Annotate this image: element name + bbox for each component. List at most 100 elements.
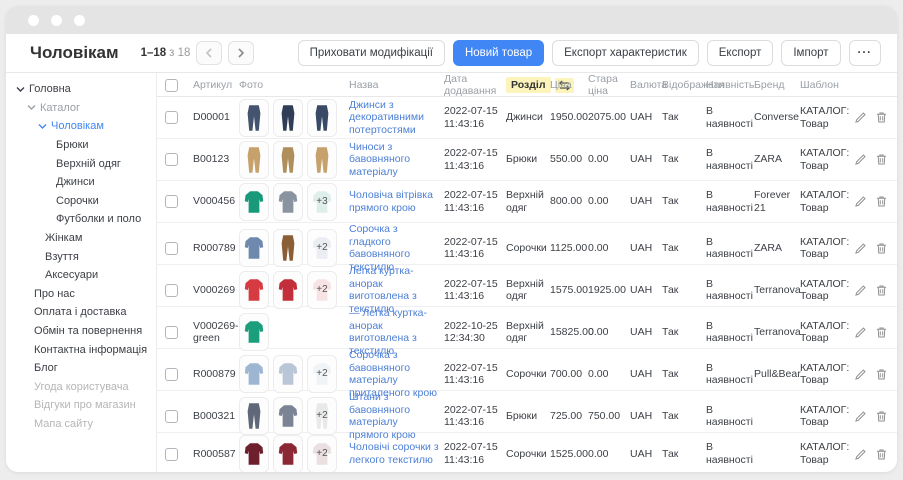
edit-button[interactable]: [854, 448, 867, 461]
more-photos-badge[interactable]: +2: [307, 397, 337, 435]
edit-button[interactable]: [854, 242, 867, 255]
row-checkbox[interactable]: [165, 284, 178, 297]
edit-button[interactable]: [854, 326, 867, 339]
product-name-link[interactable]: Чоловіча вітрівка прямого крою: [349, 189, 439, 214]
row-checkbox[interactable]: [165, 195, 178, 208]
old-price-cell: 2075.00: [588, 111, 630, 124]
product-name-link[interactable]: Чоловічі сорочки з легкого текстилю: [349, 441, 439, 466]
sidebar-item-10[interactable]: Аксесуари: [16, 266, 152, 285]
product-name-link[interactable]: Штани з бавовняного матеріалу прямого кр…: [349, 391, 439, 441]
delete-button[interactable]: [875, 410, 888, 423]
product-photo[interactable]: [307, 141, 337, 179]
currency-cell: UAH: [630, 326, 662, 339]
product-photo[interactable]: [307, 99, 337, 137]
product-photo[interactable]: [239, 397, 269, 435]
delete-button[interactable]: [875, 448, 888, 461]
availability-cell: В наявності: [706, 320, 754, 345]
product-photo[interactable]: [239, 229, 269, 267]
sidebar-item-13[interactable]: Обмін та повернення: [16, 322, 152, 341]
row-checkbox[interactable]: [165, 448, 178, 461]
delete-button[interactable]: [875, 284, 888, 297]
sidebar-item-11[interactable]: Про нас: [16, 285, 152, 304]
price-cell: 700.00: [550, 368, 588, 381]
product-photo[interactable]: [239, 271, 269, 309]
display-cell: Так: [662, 284, 706, 297]
product-photo[interactable]: [273, 355, 303, 393]
sidebar-item-3[interactable]: Брюки: [16, 136, 152, 155]
product-photo[interactable]: [273, 435, 303, 472]
new-product-button[interactable]: Новий товар: [453, 40, 544, 66]
delete-button[interactable]: [875, 111, 888, 124]
next-page-button[interactable]: [228, 41, 254, 65]
row-checkbox[interactable]: [165, 326, 178, 339]
product-photo[interactable]: [239, 99, 269, 137]
row-checkbox[interactable]: [165, 242, 178, 255]
sidebar-item-15[interactable]: Блог: [16, 359, 152, 378]
row-checkbox[interactable]: [165, 368, 178, 381]
product-name-link[interactable]: Чиноси з бавовняного матеріалу: [349, 141, 439, 179]
row-checkbox[interactable]: [165, 153, 178, 166]
edit-button[interactable]: [854, 368, 867, 381]
edit-button[interactable]: [854, 111, 867, 124]
product-photo[interactable]: [239, 313, 269, 351]
edit-button[interactable]: [854, 410, 867, 423]
row-checkbox[interactable]: [165, 111, 178, 124]
product-photo[interactable]: [239, 183, 269, 221]
brand-cell: Pull&Bear: [754, 368, 800, 381]
product-photo[interactable]: [273, 141, 303, 179]
product-photo[interactable]: [239, 141, 269, 179]
product-photo[interactable]: [239, 435, 269, 472]
edit-button[interactable]: [854, 153, 867, 166]
product-photo[interactable]: [239, 355, 269, 393]
delete-button[interactable]: [875, 368, 888, 381]
import-button[interactable]: Імпорт: [781, 40, 840, 66]
column-header-display: Відображати: [662, 79, 706, 91]
pants-photo: [280, 146, 296, 174]
sidebar-item-label: Блог: [34, 362, 58, 374]
export-characteristics-button[interactable]: Експорт характеристик: [552, 40, 699, 66]
product-name-link[interactable]: Джинси з декоративними потертостями: [349, 99, 439, 137]
sidebar-item-8[interactable]: Жінкам: [16, 229, 152, 248]
sidebar-item-1[interactable]: Каталог: [16, 99, 152, 118]
sidebar-item-12[interactable]: Оплата і доставка: [16, 303, 152, 322]
more-photos-badge[interactable]: +2: [307, 435, 337, 472]
delete-button[interactable]: [875, 326, 888, 339]
prev-page-button[interactable]: [196, 41, 222, 65]
edit-button[interactable]: [854, 284, 867, 297]
availability-cell: В наявності: [706, 278, 754, 303]
sidebar-item-7[interactable]: Футболки и поло: [16, 210, 152, 229]
sidebar-item-6[interactable]: Сорочки: [16, 192, 152, 211]
sidebar-item-18[interactable]: Мапа сайту: [16, 415, 152, 434]
select-all-checkbox[interactable]: [165, 79, 178, 92]
delete-button[interactable]: [875, 195, 888, 208]
sidebar-item-4[interactable]: Верхній одяг: [16, 154, 152, 173]
sidebar-item-14[interactable]: Контактна інформація: [16, 340, 152, 359]
product-photo[interactable]: [273, 229, 303, 267]
window-dot-close[interactable]: [28, 15, 39, 26]
more-photos-badge[interactable]: +2: [307, 229, 337, 267]
sidebar-item-2[interactable]: Чоловікам: [16, 117, 152, 136]
pants-photo: [246, 146, 262, 174]
product-photo[interactable]: [273, 99, 303, 137]
delete-button[interactable]: [875, 242, 888, 255]
more-photos-badge[interactable]: +2: [307, 271, 337, 309]
more-actions-button[interactable]: ···: [849, 40, 882, 66]
sorted-column-label[interactable]: Розділ: [506, 77, 551, 93]
more-photos-badge[interactable]: +3: [307, 183, 337, 221]
product-photo[interactable]: [273, 271, 303, 309]
product-photo[interactable]: [273, 397, 303, 435]
window-dot-minimize[interactable]: [51, 15, 62, 26]
edit-button[interactable]: [854, 195, 867, 208]
sidebar-item-17[interactable]: Відгуки про магазин: [16, 396, 152, 415]
sidebar-item-5[interactable]: Джинси: [16, 173, 152, 192]
delete-button[interactable]: [875, 153, 888, 166]
row-checkbox[interactable]: [165, 410, 178, 423]
more-photos-badge[interactable]: +2: [307, 355, 337, 393]
window-dot-maximize[interactable]: [74, 15, 85, 26]
sidebar-item-9[interactable]: Взуття: [16, 247, 152, 266]
product-photo[interactable]: [273, 183, 303, 221]
hide-modifications-button[interactable]: Приховати модифікації: [298, 40, 445, 66]
export-button[interactable]: Експорт: [707, 40, 774, 66]
sidebar-item-16[interactable]: Угода користувача: [16, 378, 152, 397]
sidebar-item-0[interactable]: Головна: [16, 80, 152, 99]
